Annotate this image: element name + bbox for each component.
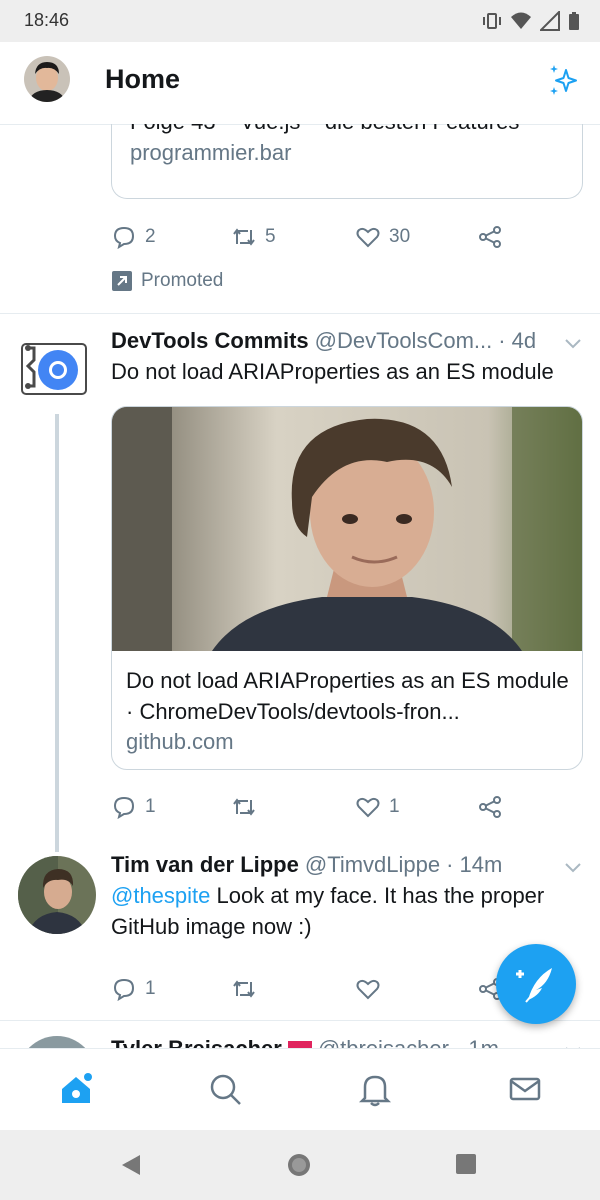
- tyler-avatar[interactable]: [18, 1036, 96, 1048]
- share-button[interactable]: [477, 794, 503, 820]
- tweet-actions: 1: [111, 976, 511, 1006]
- tweet-time: · 1m: [455, 1036, 499, 1048]
- timeline-feed[interactable]: Folge 43 – Vue.js – die besten Features …: [0, 124, 600, 1048]
- bottom-tab-bar: [0, 1048, 600, 1131]
- status-time: 18:46: [24, 10, 70, 30]
- promo-card-title: Folge 43 – Vue.js – die besten Features: [130, 124, 519, 135]
- recents-square-icon[interactable]: [454, 1152, 478, 1176]
- link-preview-card[interactable]: Do not load ARIAProperties as an ES modu…: [111, 406, 583, 770]
- tweet-header: Tyler Breisacher @tbreisacher · 1m: [111, 1036, 551, 1048]
- android-nav-bar: [0, 1130, 600, 1200]
- wifi-icon: [511, 12, 531, 29]
- reply-icon: [113, 978, 135, 1002]
- sparkle-icon[interactable]: [546, 62, 582, 98]
- reply-count: 1: [145, 796, 156, 817]
- signal-icon: [540, 11, 560, 31]
- like-button[interactable]: 30: [355, 224, 410, 250]
- home-circle-icon[interactable]: [286, 1152, 312, 1178]
- status-icons: [482, 10, 580, 32]
- reply-icon: [113, 796, 135, 820]
- tim-avatar[interactable]: [18, 856, 96, 934]
- flag-icon: [287, 1041, 312, 1048]
- author-name[interactable]: Tyler Breisacher: [111, 1036, 282, 1048]
- author-handle: @tbreisacher: [318, 1036, 449, 1048]
- tweet-header: Tim van der Lippe @TimvdLippe · 14m: [111, 852, 551, 878]
- tweet-text: Do not load ARIAProperties as an ES modu…: [111, 359, 554, 384]
- tweet-text: @thespite Look at my face. It has the pr…: [111, 880, 581, 942]
- battery-icon: [569, 12, 579, 30]
- like-button[interactable]: 1: [355, 794, 400, 820]
- reply-button[interactable]: 1: [111, 976, 156, 1002]
- author-name[interactable]: Tim van der Lippe: [111, 852, 299, 878]
- vibrate-icon: [483, 13, 501, 29]
- retweet-icon: [233, 980, 255, 998]
- like-count: 1: [389, 796, 400, 817]
- heart-icon: [356, 227, 380, 248]
- tweet-header: DevTools Commits @DevToolsCom... · 4d: [111, 328, 551, 354]
- promo-link-card[interactable]: Folge 43 – Vue.js – die besten Features …: [111, 124, 583, 199]
- retweet-count: 5: [265, 226, 276, 247]
- retweet-button[interactable]: 5: [231, 224, 276, 250]
- thread-line: [55, 414, 59, 852]
- mention-link[interactable]: @thespite: [111, 883, 210, 908]
- author-handle: @DevToolsCom...: [314, 328, 493, 353]
- link-card-image: [112, 407, 582, 651]
- profile-avatar[interactable]: [24, 56, 70, 102]
- reply-count: 2: [145, 226, 156, 247]
- share-icon: [479, 226, 501, 248]
- share-button[interactable]: [477, 224, 503, 250]
- chevron-down-icon[interactable]: [564, 338, 582, 350]
- promoted-icon: [112, 271, 132, 291]
- heart-icon: [356, 797, 380, 818]
- retweet-button[interactable]: [231, 794, 265, 820]
- notifications-bell-icon[interactable]: [357, 1071, 393, 1107]
- author-handle: @TimvdLippe: [304, 852, 441, 877]
- top-app-bar: Home: [0, 42, 600, 125]
- search-icon[interactable]: [207, 1071, 243, 1107]
- reply-button[interactable]: 2: [111, 224, 156, 250]
- page-title: Home: [105, 64, 181, 94]
- home-icon[interactable]: [58, 1071, 94, 1107]
- promoted-label: Promoted: [111, 270, 223, 292]
- back-icon[interactable]: [118, 1152, 144, 1178]
- status-bar: 18:46: [0, 0, 600, 42]
- reply-button[interactable]: 1: [111, 794, 156, 820]
- compose-quill-icon: [516, 968, 552, 1003]
- like-button[interactable]: [355, 976, 381, 1002]
- reply-count: 1: [145, 978, 156, 999]
- reply-icon: [113, 226, 135, 250]
- retweet-icon: [233, 228, 255, 246]
- promo-actions: 2 5 30: [111, 224, 511, 254]
- devtools-avatar[interactable]: [18, 336, 90, 408]
- retweet-icon: [233, 798, 255, 816]
- tweet-time: · 4d: [498, 328, 537, 353]
- share-icon: [479, 796, 501, 818]
- retweet-button[interactable]: [231, 976, 257, 1002]
- promoted-text: Promoted: [141, 270, 224, 291]
- divider: [0, 313, 600, 314]
- messages-envelope-icon[interactable]: [507, 1071, 543, 1107]
- like-count: 30: [389, 226, 411, 247]
- promo-card-domain: programmier.bar: [130, 140, 292, 165]
- compose-tweet-button[interactable]: [496, 944, 576, 1024]
- link-card-domain: github.com: [126, 729, 234, 754]
- tweet-time: · 14m: [446, 852, 503, 877]
- link-card-title: Do not load ARIAProperties as an ES modu…: [126, 668, 569, 724]
- chevron-down-icon[interactable]: [564, 862, 582, 874]
- author-name[interactable]: DevTools Commits: [111, 328, 309, 354]
- heart-icon: [356, 979, 380, 1000]
- tweet-actions: 1 1: [111, 794, 511, 824]
